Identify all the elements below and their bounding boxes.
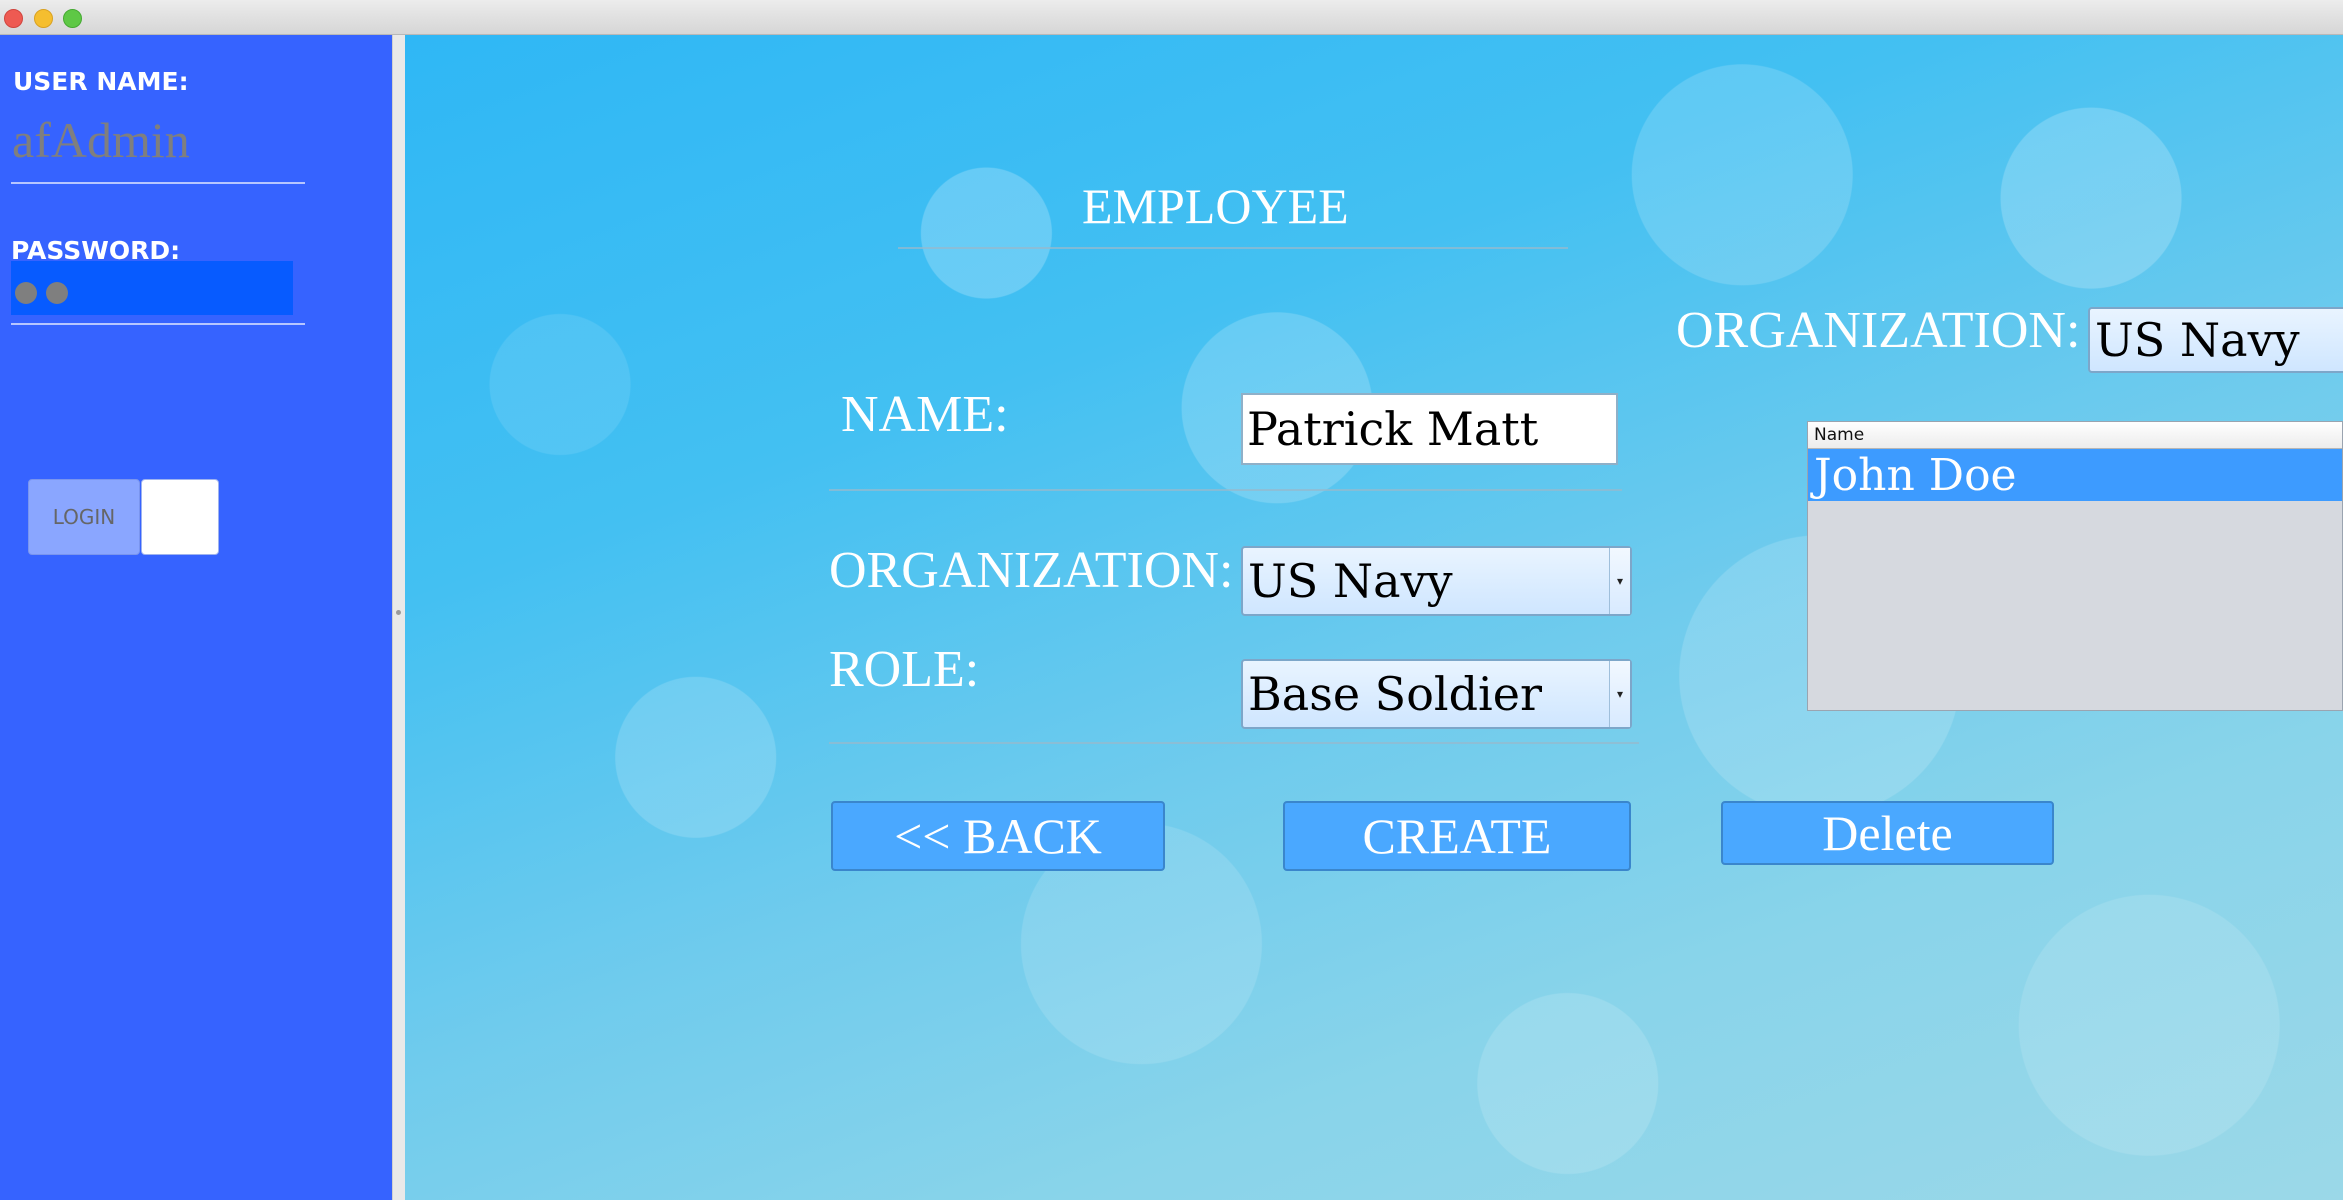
password-underline [11,323,305,325]
table-row[interactable]: John Doe [1808,449,2342,501]
employee-table[interactable]: Name John Doe [1807,421,2343,711]
organization-value: US Navy [1248,554,1453,608]
create-button[interactable]: CREATE [1283,801,1631,871]
delete-button[interactable]: Delete [1721,801,2054,865]
maximize-window-button[interactable] [63,9,82,28]
role-select[interactable]: Base Soldier ▾ [1241,659,1632,729]
divider-grip-icon [396,610,401,615]
organization-select[interactable]: US Navy ▾ [1241,546,1632,616]
minimize-window-button[interactable] [34,9,53,28]
name-divider [829,489,1622,491]
password-dot [46,282,68,304]
back-button[interactable]: << BACK [831,801,1165,871]
login-button[interactable]: LOGIN [28,479,140,555]
filter-organization-select[interactable]: US Navy [2088,307,2343,373]
password-dot [15,282,37,304]
username-label: USER NAME: [13,67,189,96]
blank-button[interactable] [141,479,219,555]
filter-organization-value: US Navy [2095,313,2300,367]
dropdown-arrow-icon: ▾ [1609,661,1630,727]
dropdown-arrow-icon: ▾ [1609,548,1630,614]
role-value: Base Soldier [1248,667,1542,721]
page-title: EMPLOYEE [1082,178,1349,234]
close-window-button[interactable] [4,9,23,28]
login-sidebar: USER NAME: afAdmin PASSWORD: LOGIN [0,35,392,1200]
title-divider [898,247,1568,249]
password-input[interactable] [11,261,293,315]
role-divider [829,742,1639,744]
role-label: ROLE: [829,641,980,698]
name-label: NAME: [841,386,1009,443]
organization-label: ORGANIZATION: [829,542,1234,599]
filter-organization-label: ORGANIZATION: [1676,302,2081,359]
window-titlebar [0,0,2343,35]
username-input[interactable]: afAdmin [12,111,190,169]
split-pane-divider[interactable] [392,35,406,1200]
name-input[interactable]: Patrick Matt [1241,393,1618,465]
username-underline [11,182,305,184]
table-header-name[interactable]: Name [1808,422,2342,449]
